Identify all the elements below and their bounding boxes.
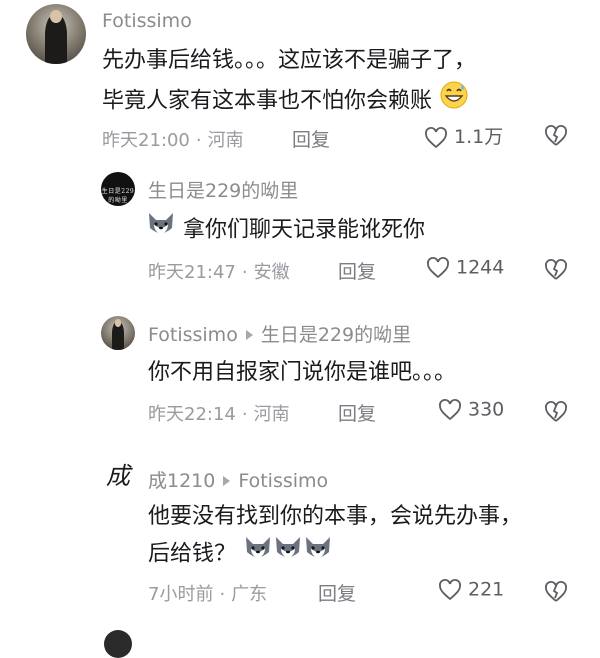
comment-time: 昨天21:47	[148, 262, 236, 283]
comment-username-row: Fotissimo 生日是229的呦里	[148, 320, 411, 347]
comment-text-line-2: 后给钱？	[148, 534, 333, 575]
comment-text-line: 拿你们聊天记录能讹死你	[146, 210, 425, 251]
like-button[interactable]: 330	[438, 398, 504, 422]
comment-location: 河南	[207, 130, 244, 151]
heart-icon	[438, 398, 462, 422]
broken-heart-icon	[544, 124, 568, 148]
reply-to-username[interactable]: Fotissimo	[238, 470, 328, 492]
husky-dog-emoji	[303, 534, 333, 575]
comment-text-line: 他要没有找到你的本事，会说先办事，	[148, 504, 523, 529]
reply-button[interactable]: 回复	[318, 579, 356, 606]
like-count: 1.1万	[454, 126, 504, 148]
dislike-button[interactable]	[544, 258, 568, 282]
comment-username[interactable]: 生日是229的呦里	[148, 176, 298, 203]
comment-meta: 昨天22:14 · 河南	[148, 404, 290, 425]
like-count: 330	[468, 398, 505, 421]
comment-username[interactable]: Fotissimo	[102, 10, 192, 32]
avatar[interactable]	[101, 316, 135, 350]
comment-text-line: 你不用自报家门说你是谁吧。。。	[148, 360, 457, 385]
reply-button[interactable]: 回复	[338, 257, 376, 284]
husky-dog-emoji	[273, 534, 303, 575]
like-count: 221	[468, 578, 505, 601]
avatar-text: 生日是229的呦里	[101, 188, 135, 205]
reply-button[interactable]: 回复	[338, 399, 376, 426]
comment-meta: 昨天21:00 · 河南	[102, 130, 244, 151]
comment-text: 毕竟人家有这本事也不怕你会赖账	[102, 88, 433, 114]
reply-arrow-icon	[245, 329, 253, 340]
comment-location: 广东	[231, 584, 268, 605]
avatar[interactable]	[104, 630, 132, 658]
comment-text: 拿你们聊天记录能讹死你	[183, 217, 426, 243]
comment-text-line: 先办事后给钱。。。这应该不是骗子了，	[102, 48, 477, 73]
comment-time: 7小时前	[148, 584, 214, 605]
comment-username-row: 成1210 Fotissimo	[148, 466, 328, 493]
grinning-sweat-emoji	[439, 80, 469, 123]
avatar-char: 成	[106, 462, 130, 490]
comment-text: 后给钱？	[148, 541, 237, 567]
reply-to-username[interactable]: 生日是229的呦里	[261, 324, 411, 346]
like-button[interactable]: 1.1万	[424, 122, 503, 150]
heart-icon	[438, 578, 462, 602]
heart-icon	[424, 126, 448, 150]
comment-location: 河南	[253, 404, 290, 425]
comment-time: 昨天21:00	[102, 130, 190, 151]
like-button[interactable]: 221	[438, 578, 504, 602]
husky-dog-emoji	[243, 534, 273, 575]
avatar[interactable]: 生日是229的呦里	[101, 172, 135, 206]
reply-arrow-icon	[223, 475, 231, 486]
husky-dog-emoji	[146, 210, 176, 251]
broken-heart-icon	[544, 258, 568, 282]
like-count: 1244	[456, 256, 505, 279]
comment-username[interactable]: 成1210	[148, 470, 215, 492]
dislike-button[interactable]	[544, 580, 568, 604]
comment-meta: 7小时前 · 广东	[148, 584, 268, 605]
comment-username[interactable]: Fotissimo	[148, 324, 238, 346]
avatar[interactable]: 成	[98, 456, 138, 496]
comment-meta: 昨天21:47 · 安徽	[148, 262, 290, 283]
comment-text-line-2: 毕竟人家有这本事也不怕你会赖账	[102, 80, 469, 123]
broken-heart-icon	[544, 580, 568, 604]
dislike-button[interactable]	[544, 124, 568, 148]
heart-icon	[426, 256, 450, 280]
dislike-button[interactable]	[544, 400, 568, 424]
avatar[interactable]	[26, 4, 86, 64]
like-button[interactable]: 1244	[426, 256, 504, 280]
broken-heart-icon	[544, 400, 568, 424]
reply-button[interactable]: 回复	[292, 125, 330, 152]
comment-time: 昨天22:14	[148, 404, 236, 425]
comment-location: 安徽	[253, 262, 290, 283]
